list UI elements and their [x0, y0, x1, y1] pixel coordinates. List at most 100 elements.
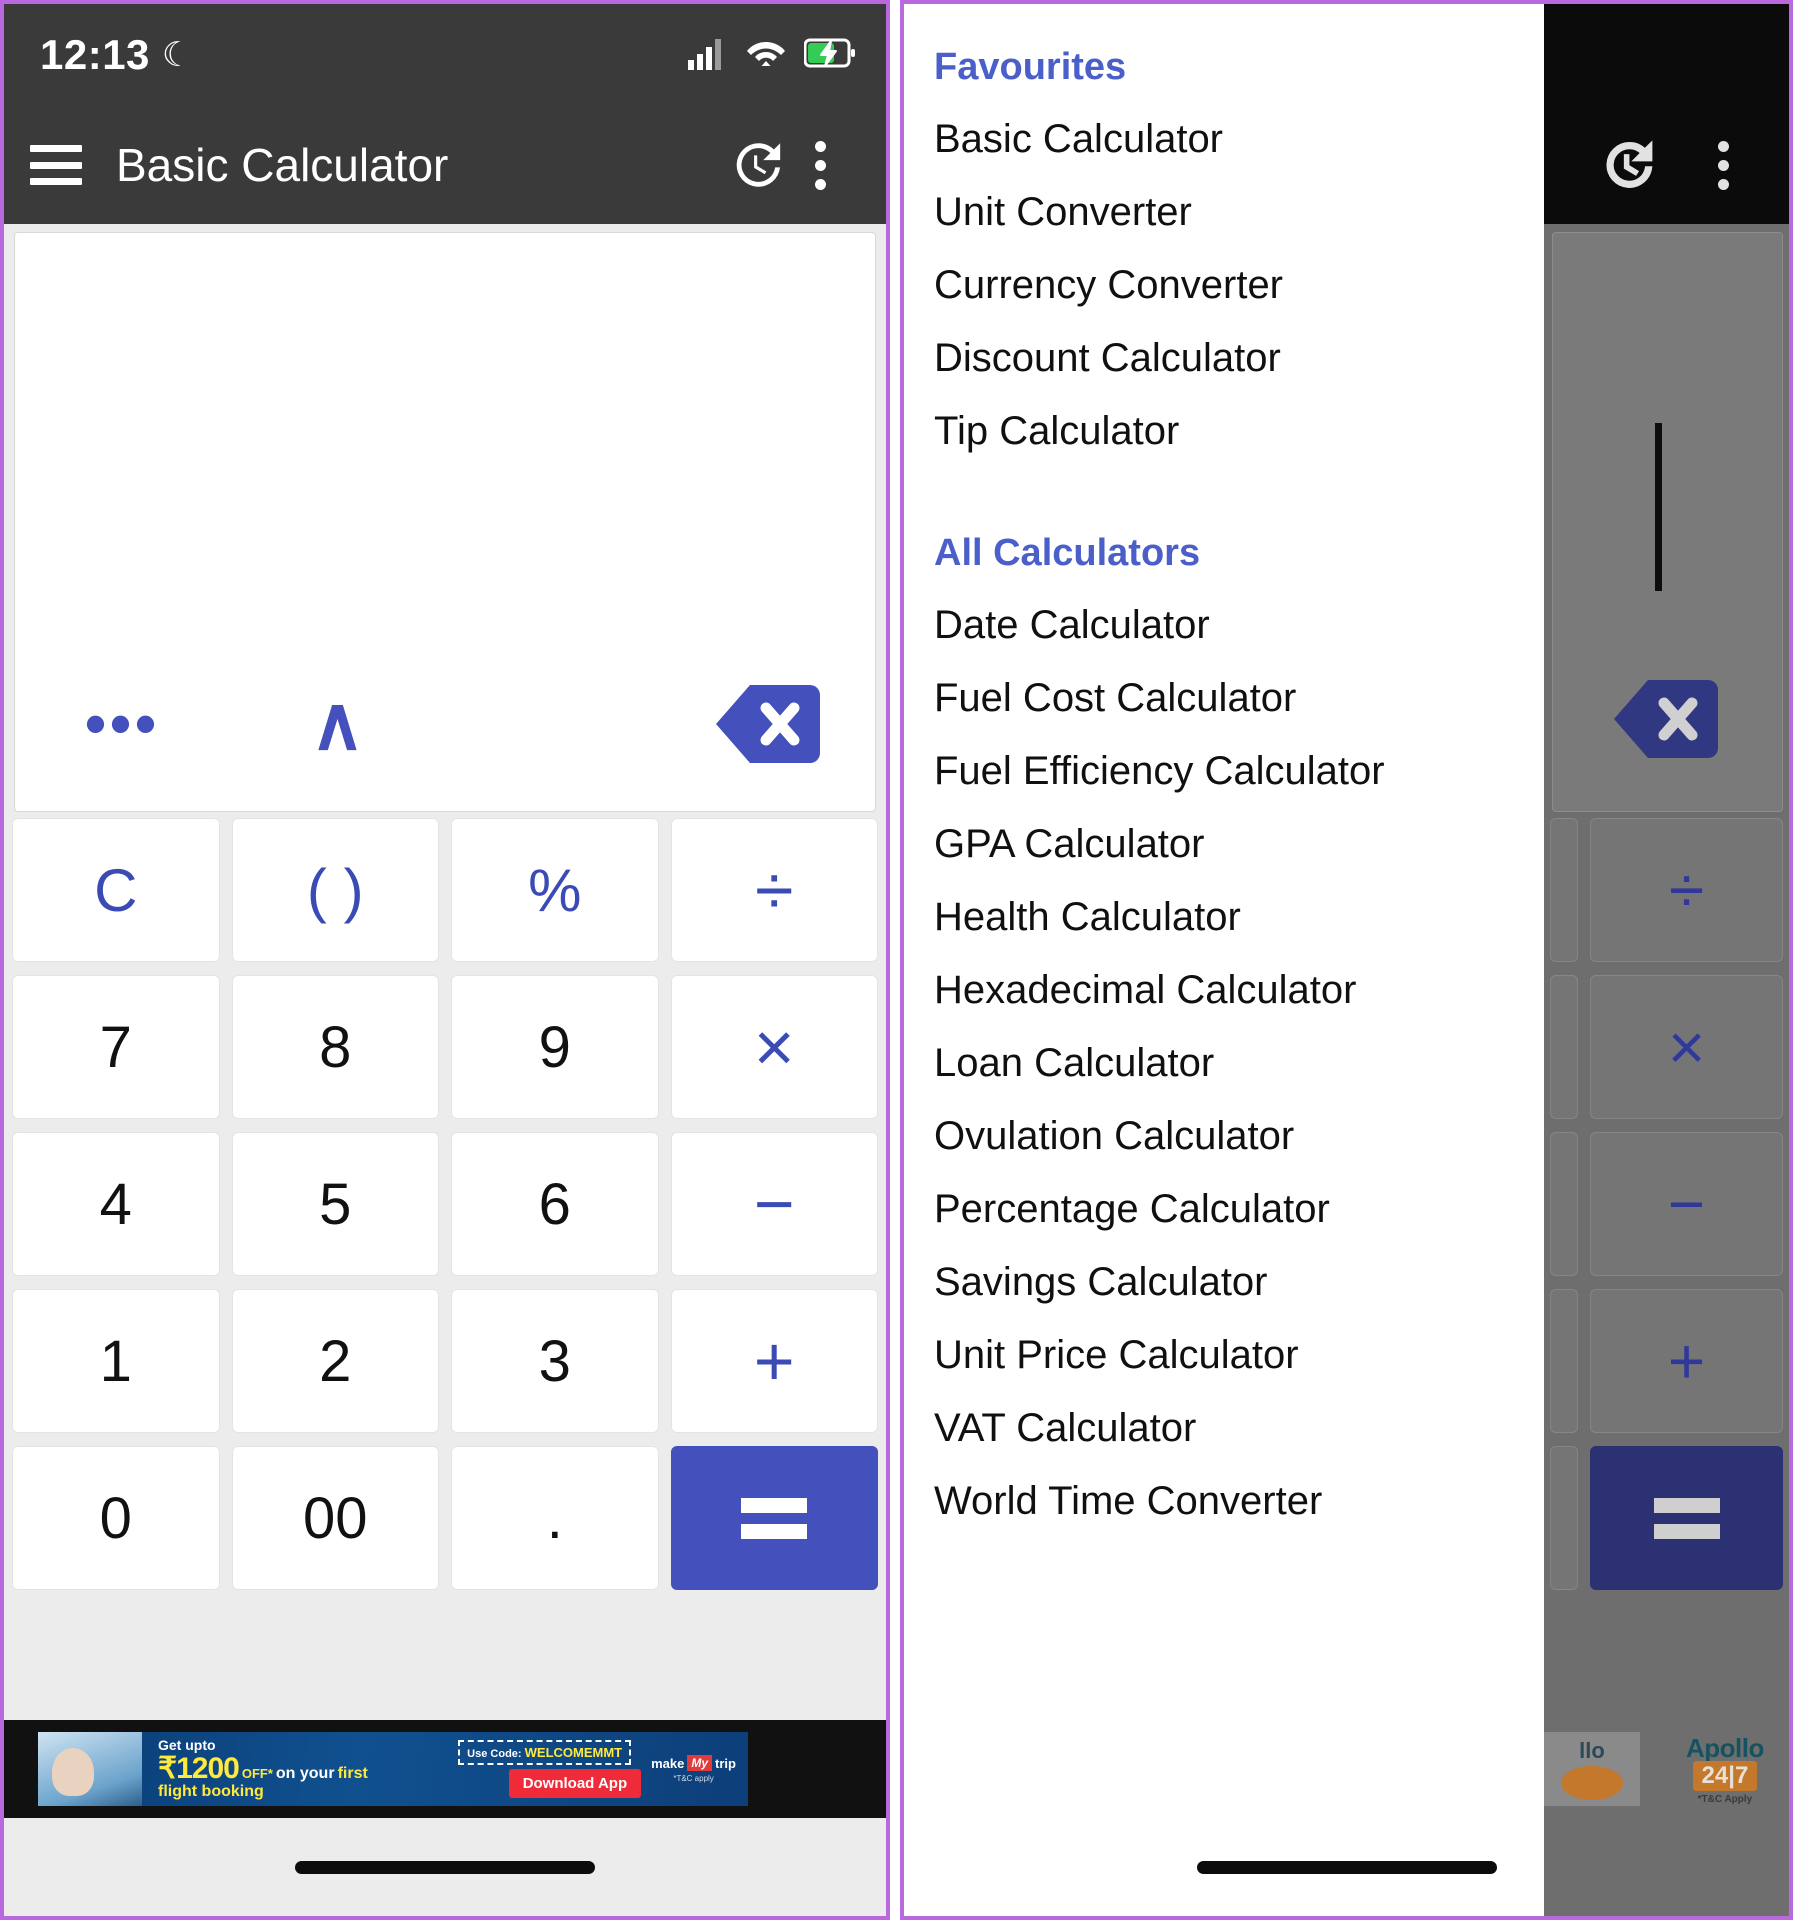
key-equals[interactable]	[1590, 1446, 1783, 1590]
key-9[interactable]: 9	[451, 975, 659, 1119]
key-0[interactable]: 0	[12, 1446, 220, 1590]
drawer-item-world-time-converter[interactable]: World Time Converter	[904, 1451, 1544, 1524]
drawer-item-basic-calculator[interactable]: Basic Calculator	[904, 89, 1544, 162]
text-cursor	[1655, 423, 1662, 591]
history-clock-icon[interactable]	[1595, 133, 1659, 197]
key-1[interactable]: 1	[12, 1289, 220, 1433]
background-ad-partial: llo	[1544, 1732, 1640, 1806]
key-divide[interactable]: ÷	[670, 818, 878, 962]
key-minus[interactable]: −	[1590, 1132, 1783, 1276]
kebab-menu-icon[interactable]	[788, 133, 852, 197]
drawer-item-ovulation-calculator[interactable]: Ovulation Calculator	[904, 1086, 1544, 1159]
drawer-item-currency-converter[interactable]: Currency Converter	[904, 235, 1544, 308]
key-partial[interactable]	[1550, 1446, 1578, 1590]
key-multiply[interactable]: ×	[1590, 975, 1783, 1119]
ad-code-column: Use Code: WELCOMEMMT Download App	[458, 1740, 651, 1798]
key-2[interactable]: 2	[231, 1289, 439, 1433]
ad-first-text: first	[337, 1765, 368, 1782]
android-navigation-bar	[4, 1818, 886, 1916]
crescent-moon-icon: ☾	[161, 36, 193, 74]
key-4[interactable]: 4	[12, 1132, 220, 1276]
drawer-item-fuel-efficiency-calculator[interactable]: Fuel Efficiency Calculator	[904, 721, 1544, 794]
ad-promo-label: Use Code:	[467, 1748, 522, 1760]
ad-banner[interactable]: Get upto ₹1200 OFF* on your first flight…	[4, 1720, 886, 1818]
background-calculator-body: ÷ × − + llo Apollo 24|7 *T&C Apply	[1544, 224, 1789, 1916]
key-5[interactable]: 5	[231, 1132, 439, 1276]
kebab-menu-icon[interactable]	[1691, 133, 1755, 197]
key-partial[interactable]	[1550, 975, 1578, 1119]
ad-brand-trip: trip	[715, 1755, 736, 1771]
drawer-item-unit-converter[interactable]: Unit Converter	[904, 162, 1544, 235]
ad-brand-mmt: My	[687, 1755, 713, 1771]
apollo-brand-name: Apollo	[1686, 1733, 1764, 1763]
ad-download-button[interactable]: Download App	[508, 1769, 642, 1798]
drawer-item-loan-calculator[interactable]: Loan Calculator	[904, 1013, 1544, 1086]
drawer-item-health-calculator[interactable]: Health Calculator	[904, 867, 1544, 940]
ad-on-text: on your	[275, 1765, 335, 1782]
key-plus[interactable]: +	[1590, 1289, 1783, 1433]
drawer-item-gpa-calculator[interactable]: GPA Calculator	[904, 794, 1544, 867]
home-gesture-pill[interactable]	[295, 1860, 595, 1874]
history-clock-icon[interactable]	[724, 133, 788, 197]
keypad-row	[1550, 1446, 1783, 1590]
calculator-display[interactable]: ••• ∧	[14, 232, 876, 812]
ad-creative[interactable]: Get upto ₹1200 OFF* on your first flight…	[38, 1732, 748, 1806]
key-7[interactable]: 7	[12, 975, 220, 1119]
drawer-item-vat-calculator[interactable]: VAT Calculator	[904, 1378, 1544, 1451]
ad-offer-line: ₹1200 OFF* on your first	[158, 1754, 458, 1784]
keypad-row: 7 8 9 ×	[12, 975, 878, 1119]
key-equals[interactable]	[670, 1446, 878, 1590]
power-caret-icon[interactable]: ∧	[230, 687, 445, 760]
ad-promo-code: Use Code: WELCOMEMMT	[458, 1740, 632, 1765]
ad-brand-column: make My trip *T&C apply	[651, 1755, 748, 1783]
ad-promo-value: WELCOMEMMT	[524, 1745, 623, 1760]
drawer-item-date-calculator[interactable]: Date Calculator	[904, 575, 1544, 648]
more-options-icon[interactable]: •••	[15, 694, 230, 754]
backspace-icon[interactable]	[660, 681, 875, 767]
key-00[interactable]: 00	[231, 1446, 439, 1590]
key-6[interactable]: 6	[451, 1132, 659, 1276]
drawer-item-percentage-calculator[interactable]: Percentage Calculator	[904, 1159, 1544, 1232]
key-plus[interactable]: +	[670, 1289, 878, 1433]
ad-amount: ₹1200	[158, 1752, 240, 1785]
background-ad-partial-text: llo	[1579, 1738, 1605, 1763]
ad-photo	[38, 1732, 142, 1806]
hamburger-menu-icon[interactable]	[30, 145, 82, 185]
drawer-item-savings-calculator[interactable]: Savings Calculator	[904, 1232, 1544, 1305]
phone-screenshot-left: 12:13 ☾ Basic Calculator ••• ∧ C () % ÷…	[0, 0, 890, 1920]
equals-glyph	[1653, 1497, 1720, 1539]
drawer-item-discount-calculator[interactable]: Discount Calculator	[904, 308, 1544, 381]
keypad-row: ÷	[1550, 818, 1783, 962]
key-decimal[interactable]: .	[451, 1446, 659, 1590]
cellular-signal-icon	[688, 36, 728, 75]
key-parentheses[interactable]: ( )	[231, 818, 439, 962]
drawer-item-fuel-cost-calculator[interactable]: Fuel Cost Calculator	[904, 648, 1544, 721]
drawer-item-hexadecimal-calculator[interactable]: Hexadecimal Calculator	[904, 940, 1544, 1013]
drawer-divider	[904, 454, 1544, 490]
key-percent[interactable]: %	[451, 818, 659, 962]
key-partial[interactable]	[1550, 818, 1578, 962]
backspace-icon[interactable]	[1612, 676, 1720, 767]
apollo-terms: *T&C Apply	[1697, 1794, 1753, 1805]
key-minus[interactable]: −	[670, 1132, 878, 1276]
key-clear[interactable]: C	[12, 818, 220, 962]
equals-glyph	[741, 1497, 808, 1539]
keypad-row: ×	[1550, 975, 1783, 1119]
background-ad-partial-shape	[1561, 1766, 1623, 1800]
ad-headline: Get upto	[158, 1737, 216, 1753]
background-ad-banner[interactable]: llo Apollo 24|7 *T&C Apply	[1544, 1720, 1789, 1818]
status-time: 12:13	[40, 31, 150, 78]
app-bar: Basic Calculator	[4, 106, 886, 224]
key-divide[interactable]: ÷	[1590, 818, 1783, 962]
drawer-item-unit-price-calculator[interactable]: Unit Price Calculator	[904, 1305, 1544, 1378]
key-partial[interactable]	[1550, 1132, 1578, 1276]
key-partial[interactable]	[1550, 1289, 1578, 1433]
status-bar-right	[688, 36, 856, 75]
section-title-favourites: Favourites	[934, 46, 1127, 88]
key-3[interactable]: 3	[451, 1289, 659, 1433]
drawer-item-tip-calculator[interactable]: Tip Calculator	[904, 381, 1544, 454]
ad-off-label: OFF*	[241, 1766, 273, 1781]
key-8[interactable]: 8	[231, 975, 439, 1119]
key-multiply[interactable]: ×	[670, 975, 878, 1119]
home-gesture-pill[interactable]	[1196, 1860, 1497, 1874]
